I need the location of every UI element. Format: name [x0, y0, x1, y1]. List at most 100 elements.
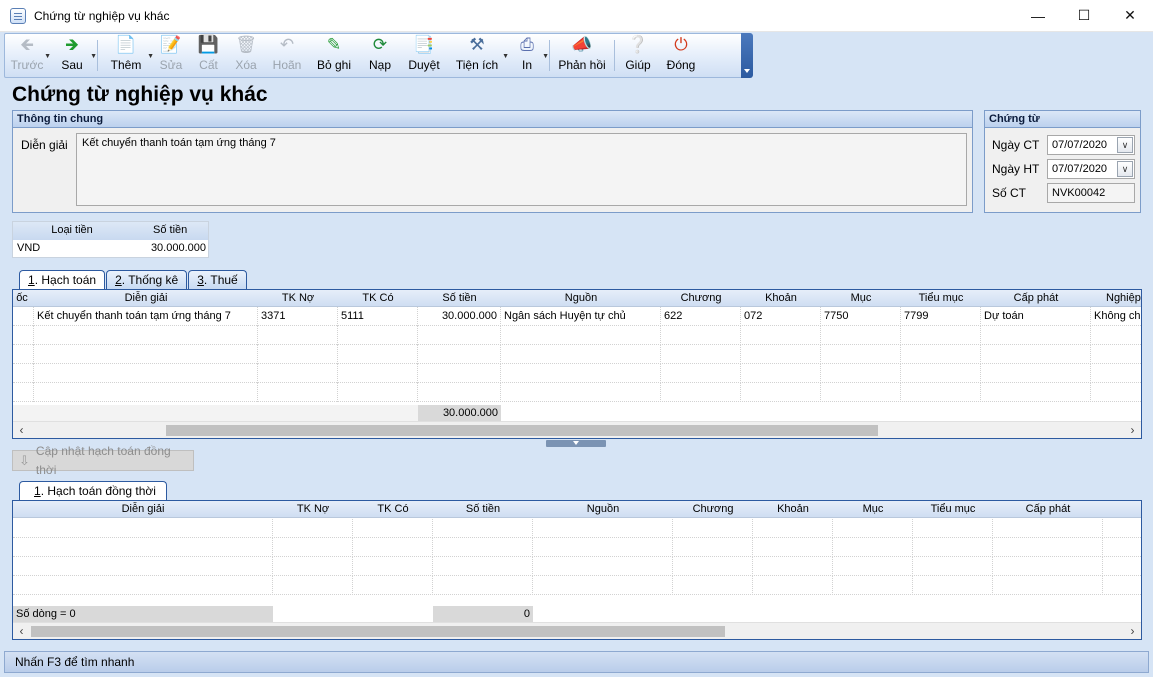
help-button[interactable]: ❔ Giúp — [617, 34, 659, 77]
unpost-button[interactable]: ✎ Bỏ ghi — [309, 34, 359, 77]
toolbar-overflow-button[interactable] — [741, 33, 753, 78]
approve-button[interactable]: 📑 Duyệt — [401, 34, 447, 77]
row-count-label: Số dòng = 0 — [13, 606, 273, 623]
tab-tax[interactable]: 3. Thuế — [188, 270, 247, 290]
col-header[interactable]: Số tiền — [433, 501, 533, 518]
utilities-button[interactable]: ⚒ Tiện ích ▼ — [447, 34, 509, 77]
table-row[interactable] — [13, 538, 1141, 557]
col-header[interactable]: Mục — [821, 290, 901, 307]
feedback-button[interactable]: 📣 Phản hồi — [552, 34, 612, 77]
col-header[interactable]: Tiểu mục — [901, 290, 981, 307]
posting-date-field[interactable]: 07/07/2020 ∨ — [1047, 159, 1135, 179]
close-button[interactable]: ✕ — [1107, 0, 1153, 32]
posting-date-dropdown-icon[interactable]: ∨ — [1117, 161, 1133, 177]
scroll-thumb[interactable] — [31, 626, 725, 637]
scroll-right-icon[interactable]: › — [1124, 422, 1141, 438]
col-header[interactable]: Tiểu mục — [913, 501, 993, 518]
tab-sync-accounting[interactable]: 1. Hạch toán đồng thời — [19, 481, 167, 501]
col-header[interactable]: ốc — [13, 290, 33, 307]
currency-amount-cell[interactable]: 30.000.000 — [131, 240, 208, 257]
col-header[interactable]: Cấp phát — [993, 501, 1103, 518]
col-header[interactable]: TK Nợ — [273, 501, 353, 518]
tools-icon: ⚒ — [469, 35, 485, 54]
table-row[interactable] — [13, 576, 1141, 595]
table-row[interactable] — [13, 519, 1141, 538]
arrow-down-icon: ⇩ — [19, 453, 30, 468]
accounting-grid: ốc Diễn giải TK Nợ TK Có Số tiền Nguồn C… — [12, 289, 1142, 439]
currency-type-cell[interactable]: VND — [13, 240, 131, 257]
voucher-header: Chứng từ — [985, 111, 1140, 128]
tab-statistics[interactable]: 2. Thống kê — [106, 270, 188, 290]
unpost-icon: ✎ — [326, 35, 342, 54]
panel-splitter[interactable] — [546, 440, 606, 447]
scroll-left-icon[interactable]: ‹ — [13, 623, 30, 639]
col-header[interactable]: TK Có — [353, 501, 433, 518]
table-row[interactable] — [13, 326, 1141, 345]
table-row[interactable] — [13, 345, 1141, 364]
scroll-right-icon[interactable]: › — [1124, 623, 1141, 639]
minimize-button[interactable]: — — [1015, 0, 1061, 32]
table-row[interactable] — [13, 557, 1141, 576]
col-header[interactable]: Cấp phát — [981, 290, 1091, 307]
add-button[interactable]: 📄 Thêm ▼ — [100, 34, 154, 77]
save-button[interactable]: 💾 Cất — [190, 34, 227, 77]
col-header[interactable]: Khoản — [741, 290, 821, 307]
prev-button[interactable]: 🡸 Trước ▼ — [5, 34, 51, 77]
col-header[interactable]: Nguồn — [501, 290, 661, 307]
col-header[interactable]: Diễn giải — [13, 501, 273, 518]
update-sync-accounting-button[interactable]: ⇩ Cập nhật hạch toán đồng thời — [12, 444, 194, 477]
undo-button[interactable]: ↶ Hoãn — [265, 34, 309, 77]
col-header[interactable]: Số tiền — [418, 290, 501, 307]
col-header[interactable]: Chương — [673, 501, 753, 518]
close-form-button[interactable]: ⏻ Đóng — [659, 34, 703, 77]
reload-button[interactable]: ⟳ Nạp — [359, 34, 401, 77]
col-header[interactable]: Nguồn — [533, 501, 673, 518]
sync-total-amount: 0 — [433, 606, 533, 623]
maximize-button[interactable]: ☐ — [1061, 0, 1107, 32]
voucher-date-label: Ngày CT — [992, 138, 1040, 152]
megaphone-icon: 📣 — [571, 35, 593, 54]
sync-tabs: 1. Hạch toán đồng thời — [19, 481, 168, 501]
col-header[interactable]: Khoản — [753, 501, 833, 518]
tab-accounting[interactable]: 1. Hạch toán — [19, 270, 106, 290]
voucher-date-dropdown-icon[interactable]: ∨ — [1117, 137, 1133, 153]
table-row[interactable]: Kết chuyển thanh toán tạm ứng tháng 7 33… — [13, 307, 1141, 326]
delete-button[interactable]: 🗑 Xóa — [227, 34, 265, 77]
col-header[interactable]: Chương — [661, 290, 741, 307]
voucher-date-field[interactable]: 07/07/2020 ∨ — [1047, 135, 1135, 155]
grid-cell[interactable]: Kết chuyển thanh toán tạm ứng tháng 7 — [34, 307, 258, 326]
grid-cell[interactable]: 622 — [661, 307, 741, 326]
next-dropdown-icon[interactable]: ▼ — [90, 53, 97, 60]
col-header[interactable]: TK Có — [338, 290, 418, 307]
grid-cell[interactable]: 7799 — [901, 307, 981, 326]
grid-cell[interactable]: 3371 — [258, 307, 338, 326]
description-input[interactable]: Kết chuyển thanh toán tạm ứng tháng 7 — [76, 133, 967, 206]
print-dropdown-icon[interactable]: ▼ — [542, 53, 549, 60]
grid-cell[interactable]: 30.000.000 — [418, 307, 501, 326]
table-row[interactable] — [13, 383, 1141, 402]
grid-cell[interactable]: Ngân sách Huyện tự chủ — [501, 307, 661, 326]
edit-button[interactable]: 📝 Sửa — [152, 34, 190, 77]
table-row[interactable] — [13, 364, 1141, 383]
currency-header: Loại tiền Số tiền — [13, 222, 208, 240]
grid-cell[interactable]: Không ch — [1091, 307, 1141, 326]
print-button[interactable]: ⎙ In ▼ — [507, 34, 549, 77]
power-icon: ⏻ — [674, 35, 688, 54]
window-title: Chứng từ nghiệp vụ khác — [34, 8, 170, 23]
next-button[interactable]: 🡺 Sau ▼ — [49, 34, 97, 77]
accounting-horizontal-scrollbar[interactable]: ‹ › — [13, 421, 1141, 438]
grid-cell[interactable]: 072 — [741, 307, 821, 326]
grid-cell[interactable]: 5111 — [338, 307, 418, 326]
currency-row[interactable]: VND 30.000.000 — [13, 240, 208, 257]
col-header[interactable]: Mục — [833, 501, 913, 518]
col-header[interactable]: Diễn giải — [34, 290, 258, 307]
voucher-number-field[interactable]: NVK00042 — [1047, 183, 1135, 203]
grid-cell[interactable]: Dự toán — [981, 307, 1091, 326]
sync-horizontal-scrollbar[interactable]: ‹ › — [13, 622, 1141, 639]
scroll-left-icon[interactable]: ‹ — [13, 422, 30, 438]
col-header[interactable]: Nghiệp — [1091, 290, 1141, 307]
scroll-thumb[interactable] — [166, 425, 878, 436]
grid-cell[interactable]: 7750 — [821, 307, 901, 326]
general-info-group: Thông tin chung Diễn giải Kết chuyển tha… — [12, 110, 973, 213]
col-header[interactable]: TK Nợ — [258, 290, 338, 307]
